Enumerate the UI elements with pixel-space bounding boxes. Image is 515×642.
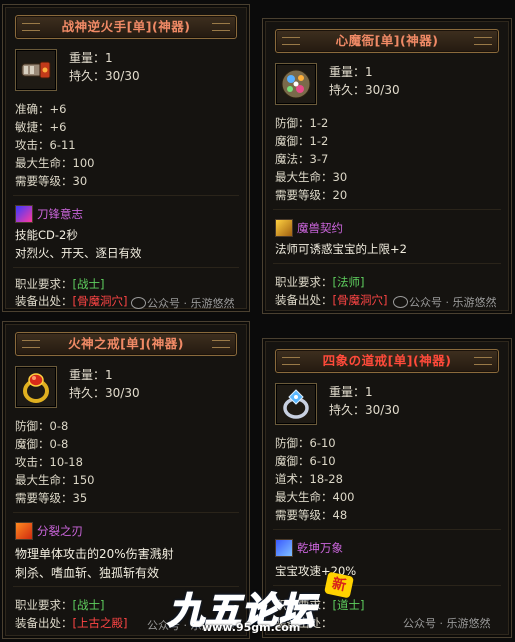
job-label: 职业要求：: [15, 598, 73, 612]
stat-line: 最大生命：400: [275, 490, 355, 504]
wechat-icon: [131, 297, 146, 309]
gauntlet-icon: [15, 49, 57, 91]
stat-line: 攻击：6-11: [15, 138, 76, 152]
skill-name: 刀锋意志: [37, 207, 83, 221]
item-source: 装备出处：[上古之殿]: [15, 615, 127, 631]
weight-text: 重量：1: [329, 65, 373, 79]
stat-line: 最大生命：30: [275, 170, 348, 184]
skill-name: 魔兽契约: [297, 221, 343, 235]
stat-line: 需要等级：30: [15, 174, 88, 188]
gem-orb-icon: [275, 63, 317, 105]
blade-skill-icon: [15, 205, 33, 223]
item-title: 心魔衙[单](神器): [275, 29, 499, 53]
new-badge: 新: [323, 571, 355, 599]
skill-desc-line: 刺杀、嗜血斩、独孤斩有效: [15, 566, 160, 580]
source-label: 装备出处：: [15, 616, 73, 630]
item-tooltip-heart-demon: 心魔衙[单](神器) 重量：1 持久：30/30 防御：1-2 魔御：1-2 魔…: [262, 18, 512, 314]
stat-line: 需要等级：20: [275, 188, 348, 202]
job-requirement: 职业要求：[战士]: [15, 276, 104, 292]
divider: [273, 209, 501, 210]
stat-line: 魔御：6-10: [275, 454, 336, 468]
skill-desc-line: 对烈火、开天、逐日有效: [15, 246, 142, 260]
item-title: 火神之戒[单](神器): [15, 332, 237, 356]
divider: [13, 267, 239, 268]
skill-desc-line: 技能CD-2秒: [15, 228, 78, 242]
cosmos-skill-icon: [275, 539, 293, 557]
stat-line: 需要等级：35: [15, 491, 88, 505]
stat-line: 道术：18-28: [275, 472, 343, 486]
stat-line: 防御：6-10: [275, 436, 336, 450]
fire-ring-icon: [15, 366, 57, 408]
job-label: 职业要求：: [275, 275, 333, 289]
logo-url: www.95gm.com: [202, 621, 301, 634]
watermark: 公众号 · 乐游悠然: [409, 296, 497, 309]
divider: [13, 195, 239, 196]
item-title: 四象の道戒[单](神器): [275, 349, 499, 373]
source-value: [骨魔洞穴]: [332, 293, 388, 307]
durability-text: 持久：30/30: [329, 403, 400, 417]
item-title: 战神逆火手[单](神器): [15, 15, 237, 39]
durability-text: 持久：30/30: [329, 83, 400, 97]
beast-skill-icon: [275, 219, 293, 237]
source-label: 装备出处：: [15, 294, 73, 308]
divider: [13, 512, 239, 513]
job-label: 职业要求：: [15, 277, 73, 291]
stat-line: 防御：0-8: [15, 419, 69, 433]
skill-name: 分裂之刃: [37, 524, 83, 538]
split-blade-skill-icon: [15, 522, 33, 540]
skill-desc-line: 法师可诱惑宝宝的上限+2: [275, 242, 407, 256]
stat-line: 敏捷：+6: [15, 120, 67, 134]
crystal-ring-icon: [275, 383, 317, 425]
job-value: [法师]: [332, 275, 365, 289]
stat-line: 魔御：1-2: [275, 134, 329, 148]
weight-text: 重量：1: [329, 385, 373, 399]
item-tooltip-war-gauntlet: 战神逆火手[单](神器) 重量：1 持久：30/30 准确：+6 敏捷：+6 攻…: [2, 4, 250, 312]
weight-text: 重量：1: [69, 51, 113, 65]
watermark: 公众号 · 乐游悠然: [403, 617, 491, 630]
stat-line: 魔御：0-8: [15, 437, 69, 451]
stat-line: 最大生命：100: [15, 156, 95, 170]
weight-text: 重量：1: [69, 368, 113, 382]
source-label: 装备出处：: [275, 293, 333, 307]
stat-line: 最大生命：150: [15, 473, 95, 487]
durability-text: 持久：30/30: [69, 386, 140, 400]
source-value: [上古之殿]: [72, 616, 128, 630]
item-source: 装备出处：[骨魔洞穴]: [275, 292, 387, 308]
durability-text: 持久：30/30: [69, 69, 140, 83]
skill-name: 乾坤万象: [297, 541, 343, 555]
job-value: [战士]: [72, 598, 105, 612]
divider: [273, 263, 501, 264]
job-requirement: 职业要求：[法师]: [275, 274, 364, 290]
divider: [273, 529, 501, 530]
item-source: 装备出处：[骨魔洞穴]: [15, 293, 127, 309]
stat-line: 准确：+6: [15, 102, 67, 116]
wechat-icon: [393, 296, 408, 308]
job-value: [战士]: [72, 277, 105, 291]
stat-line: 需要等级：48: [275, 508, 348, 522]
site-logo: 九五论坛 新 www.95gm.com: [167, 571, 368, 638]
job-requirement: 职业要求：[战士]: [15, 597, 104, 613]
stat-line: 攻击：10-18: [15, 455, 83, 469]
source-value: [骨魔洞穴]: [72, 294, 128, 308]
watermark: 公众号 · 乐游悠然: [147, 297, 235, 310]
stat-line: 魔法：3-7: [275, 152, 329, 166]
skill-desc-line: 物理单体攻击的20%伤害溅射: [15, 547, 174, 561]
stat-line: 防御：1-2: [275, 116, 329, 130]
